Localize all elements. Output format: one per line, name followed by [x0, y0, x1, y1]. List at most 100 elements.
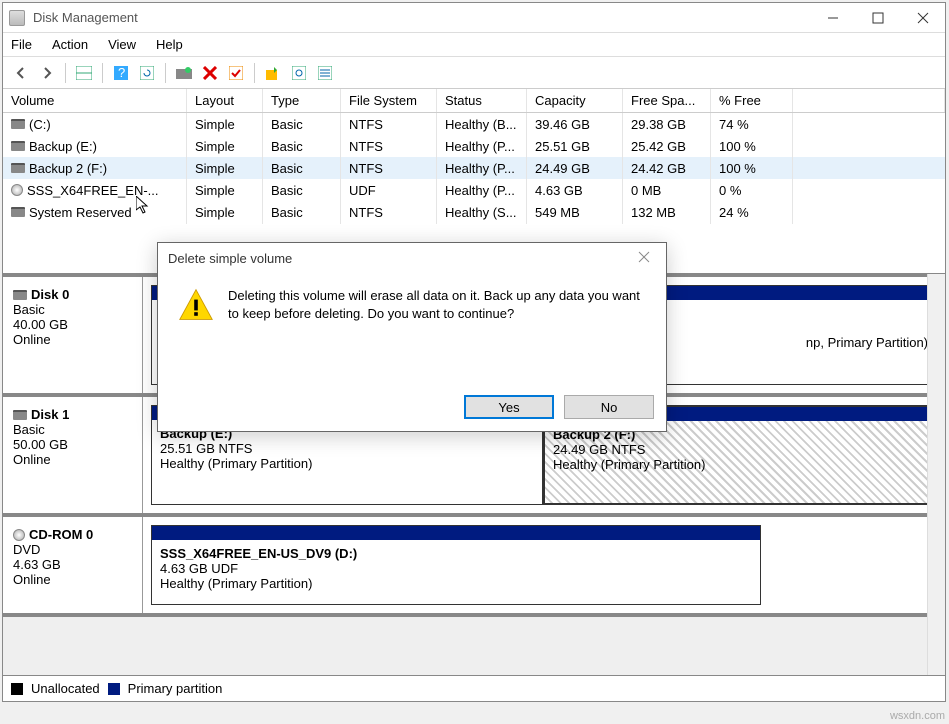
vol-free: 0 MB [623, 179, 711, 202]
vol-type: Basic [263, 135, 341, 158]
columns-header: Volume Layout Type File System Status Ca… [3, 89, 945, 113]
titlebar[interactable]: Disk Management [3, 3, 945, 33]
vol-layout: Simple [187, 179, 263, 202]
volume-row[interactable]: Backup (E:)SimpleBasicNTFSHealthy (P...2… [3, 135, 945, 157]
menu-help[interactable]: Help [156, 37, 183, 52]
disk1-name: Disk 1 [31, 407, 69, 422]
vol-type: Basic [263, 201, 341, 224]
menu-action[interactable]: Action [52, 37, 88, 52]
vol-name: (C:) [29, 117, 51, 132]
cdrom-vol[interactable]: SSS_X64FREE_EN-US_DV9 (D:) 4.63 GB UDF H… [151, 525, 761, 605]
vol-name: Backup 2 (F:) [29, 161, 107, 176]
disk-row-cdrom: CD-ROM 0 DVD 4.63 GB Online SSS_X64FREE_… [3, 517, 945, 617]
volume-row[interactable]: System ReservedSimpleBasicNTFSHealthy (S… [3, 201, 945, 223]
vol-line1: 4.63 GB UDF [160, 561, 752, 576]
warning-icon [178, 287, 214, 323]
menubar: File Action View Help [3, 33, 945, 57]
col-layout[interactable]: Layout [187, 89, 263, 112]
vol-cap: 39.46 GB [527, 113, 623, 136]
vol-fs: UDF [341, 179, 437, 202]
cdrom-status: Online [13, 572, 132, 587]
drive-icon [11, 207, 25, 217]
vol-fs: NTFS [341, 113, 437, 136]
delete-icon[interactable] [198, 61, 222, 85]
drive-icon [11, 163, 25, 173]
disk0-status: Online [13, 332, 132, 347]
menu-file[interactable]: File [11, 37, 32, 52]
disk-management-window: Disk Management File Action View Help ? … [2, 2, 946, 702]
disk0-size: 40.00 GB [13, 317, 132, 332]
vol-status: Healthy (S... [437, 201, 527, 224]
vol-line2: Healthy (Primary Partition) [553, 457, 927, 472]
vol-line2: Healthy (Primary Partition) [160, 576, 752, 591]
vol-pct: 74 % [711, 113, 793, 136]
vol-cap: 4.63 GB [527, 179, 623, 202]
watermark: wsxdn.com [890, 710, 945, 722]
vol-type: Basic [263, 113, 341, 136]
no-button[interactable]: No [564, 395, 654, 419]
minimize-button[interactable] [810, 3, 855, 32]
vol-line2: Healthy (Primary Partition) [160, 456, 534, 471]
col-type[interactable]: Type [263, 89, 341, 112]
vol-cap: 549 MB [527, 201, 623, 224]
refresh-icon[interactable] [135, 61, 159, 85]
col-capacity[interactable]: Capacity [527, 89, 623, 112]
cdrom-icon [11, 184, 23, 196]
view-split-icon[interactable] [72, 61, 96, 85]
back-button[interactable] [9, 61, 33, 85]
disk0-type: Basic [13, 302, 132, 317]
help-icon[interactable]: ? [109, 61, 133, 85]
menu-view[interactable]: View [108, 37, 136, 52]
vol-pct: 100 % [711, 135, 793, 158]
vol-free: 24.42 GB [623, 157, 711, 180]
disk-icon [13, 410, 27, 420]
disk-icon [13, 290, 27, 300]
col-pctfree[interactable]: % Free [711, 89, 793, 112]
vol-free: 29.38 GB [623, 113, 711, 136]
close-button[interactable] [900, 3, 945, 32]
action3-icon[interactable] [313, 61, 337, 85]
dialog-close-button[interactable] [632, 251, 656, 266]
vol-fs: NTFS [341, 157, 437, 180]
yes-button[interactable]: Yes [464, 395, 554, 419]
col-status[interactable]: Status [437, 89, 527, 112]
vol-name: SSS_X64FREE_EN-... [27, 183, 159, 198]
vertical-scrollbar[interactable] [927, 274, 945, 675]
vol-layout: Simple [187, 157, 263, 180]
vol-line1: 24.49 GB NTFS [553, 442, 927, 457]
rescan-icon[interactable] [172, 61, 196, 85]
cdrom-icon [13, 529, 25, 541]
vol-title: SSS_X64FREE_EN-US_DV9 (D:) [160, 546, 752, 561]
legend: Unallocated Primary partition [3, 675, 945, 701]
vol-type: Basic [263, 157, 341, 180]
forward-button[interactable] [35, 61, 59, 85]
delete-volume-dialog: Delete simple volume Deleting this volum… [157, 242, 667, 432]
legend-unallocated-swatch [11, 683, 23, 695]
vol-layout: Simple [187, 113, 263, 136]
vol-status: Healthy (P... [437, 157, 527, 180]
vol-free: 132 MB [623, 201, 711, 224]
window-title: Disk Management [33, 10, 810, 25]
col-volume[interactable]: Volume [3, 89, 187, 112]
disk0-vol0-status: np, Primary Partition) [806, 335, 928, 350]
cdrom-name: CD-ROM 0 [29, 527, 93, 542]
action2-icon[interactable] [287, 61, 311, 85]
cdrom-type: DVD [13, 542, 132, 557]
volume-row[interactable]: (C:) SimpleBasicNTFSHealthy (B...39.46 GB… [3, 113, 945, 135]
disk1-size: 50.00 GB [13, 437, 132, 452]
legend-primary-swatch [108, 683, 120, 695]
volume-row[interactable]: SSS_X64FREE_EN-...SimpleBasicUDFHealthy … [3, 179, 945, 201]
vol-status: Healthy (B... [437, 113, 527, 136]
volume-row[interactable]: Backup 2 (F:) SimpleBasicNTFSHealthy (P..… [3, 157, 945, 179]
vol-name: System Reserved [29, 205, 132, 220]
maximize-button[interactable] [855, 3, 900, 32]
check-icon[interactable] [224, 61, 248, 85]
col-free[interactable]: Free Spa... [623, 89, 711, 112]
vol-fs: NTFS [341, 135, 437, 158]
toolbar: ? [3, 57, 945, 89]
action1-icon[interactable] [261, 61, 285, 85]
drive-icon [11, 141, 25, 151]
vol-pct: 0 % [711, 179, 793, 202]
col-filesystem[interactable]: File System [341, 89, 437, 112]
vol-cap: 25.51 GB [527, 135, 623, 158]
